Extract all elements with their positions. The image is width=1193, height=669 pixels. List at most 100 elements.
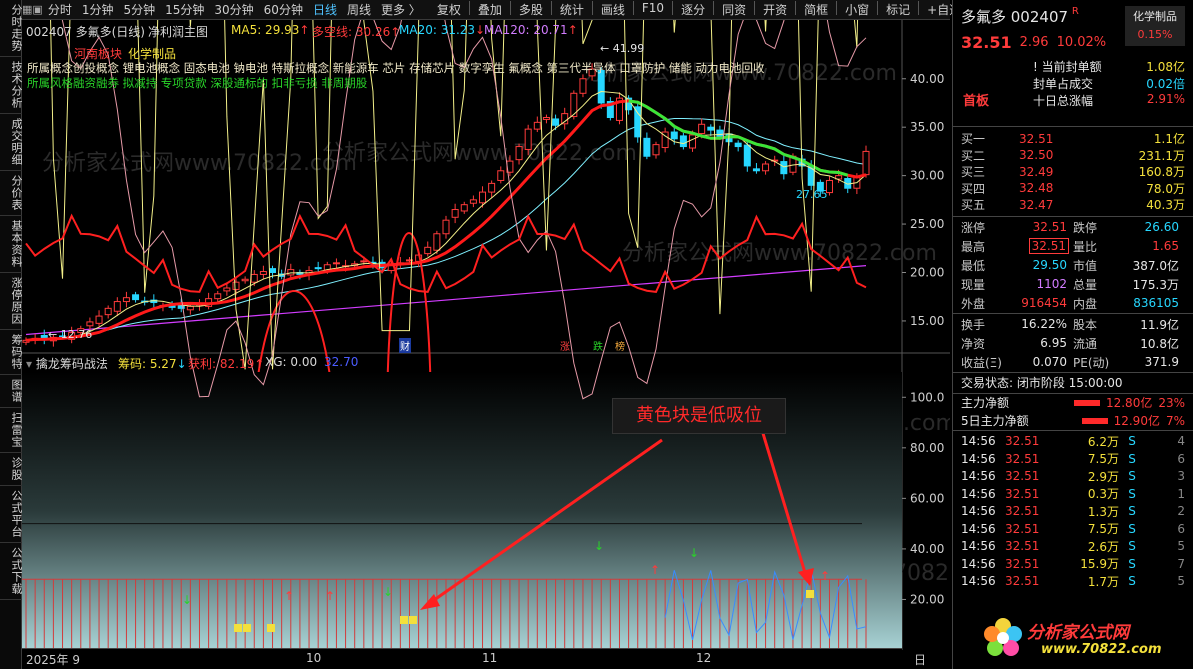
left-tab[interactable]: 涨停原因 [0,273,23,330]
left-tab[interactable]: 图谱 [0,375,23,408]
candle-body [689,134,697,149]
quote-table: 涨停 32.51 跌停 26.60 最高 32.51 量比 1.65 最低 29.50 市值 387.… [953,217,1193,313]
event-zhang[interactable]: 涨 [560,338,570,353]
toolbar-button[interactable]: 复权 [432,1,466,18]
toolbar-button[interactable]: 标记 [881,1,915,18]
period-tab[interactable]: 60分钟 [259,1,308,18]
candle-body [122,297,130,303]
toolbar-button[interactable]: 简框 [799,1,833,18]
candle-body [132,294,140,301]
event-cai[interactable]: 财 [399,338,411,353]
low-buy-block [409,616,417,624]
indicator-name[interactable]: 净利润主图 [148,23,208,40]
low-buy-block [400,616,408,624]
signal-arrow: ↑ [650,563,660,577]
period-tab[interactable]: 更多 〉 [376,1,426,18]
sub-indicator-name[interactable]: ▾ 擒龙筹码战法 [26,355,108,372]
candle-body [433,233,441,251]
xg-readout: XG: 0.00 [265,355,318,369]
candle-body [542,117,550,120]
tick-row: 14:56 32.51 6.2万 S 4 [961,434,1185,449]
candle-body [561,113,569,125]
toolbar-button[interactable]: 逐分 [676,1,710,18]
period-tab[interactable]: 日线 [308,1,342,18]
left-tab[interactable]: 分时走势 [0,0,23,57]
price-tick-label: 30.00 [910,169,944,183]
candle-body [533,121,541,130]
bid-row[interactable]: 买二 32.50 231.1万 [953,147,1193,164]
low-buy-block [243,624,251,632]
bid-row[interactable]: 买五 32.47 40.3万 [953,196,1193,213]
left-tab[interactable]: 成交明细 [0,114,23,171]
period-tab[interactable]: 30分钟 [209,1,258,18]
main-flow-row: 主力净额 12.80亿 23% [961,395,1185,411]
left-tab[interactable]: 筹码特 [0,330,23,375]
tick-row: 14:56 32.51 1.3万 S 2 [961,504,1185,519]
candle-body [104,307,112,316]
candle-body [269,268,277,273]
bid-row[interactable]: 买三 32.49 160.8万 [953,163,1193,180]
period-tab[interactable]: 分时 [43,1,77,18]
recent-low-label: 27.65 [796,188,828,201]
period-tab[interactable]: 1分钟 [77,1,119,18]
left-tab[interactable]: 扫雷宝 [0,408,23,453]
limit-stat-row: ! 当前封单额 1.08亿 [1033,60,1185,74]
toolbar-button[interactable]: F10 [637,1,669,18]
bid-row[interactable]: 买四 32.48 78.0万 [953,180,1193,197]
toolbar-divider [672,1,674,15]
left-tab[interactable]: 基本资料 [0,216,23,273]
candle-body [634,106,642,138]
low-price-label: ← 12.76 [48,328,93,341]
time-tick: 2025年 9 [26,653,80,667]
low-buy-block [806,590,814,598]
bid-row[interactable]: 买一 32.51 1.1亿 [953,130,1193,147]
toolbar-divider [509,1,511,15]
price-tick-label: 20.00 [910,266,944,280]
left-tab[interactable]: 诊股 [0,453,23,486]
grid-icon[interactable]: ▦ [22,3,32,17]
left-tab[interactable]: 公式下载 [0,543,23,600]
toolbar-button[interactable]: 叠加 [473,1,507,18]
toolbar-divider [877,1,879,15]
quote-table-2: 换手 16.22% 股本 11.9亿 净资 6.95 流通 10.8亿 收益(Ξ) 0.070 PE… [953,314,1193,372]
tick-list[interactable]: 14:56 32.51 6.2万 S 4 14:56 32.51 7.5万 S 6 14:56 32.… [953,431,1193,591]
flower-logo-icon [984,618,1022,656]
toolbar-button[interactable]: 统计 [555,1,589,18]
signal-arrow: ↓ [383,585,393,599]
candle-body [716,129,724,138]
sector-pct: 0.15% [1137,28,1173,41]
period-tab[interactable]: 周线 [342,1,376,18]
sector-box[interactable]: 化学制品 0.15% [1125,6,1185,46]
left-tab[interactable]: 公式平台 [0,486,23,543]
event-die[interactable]: 跌 [593,338,603,353]
left-tab[interactable]: 分价表 [0,171,23,216]
high-price-label: ← 41.99 [600,42,645,55]
candle-body [652,144,660,156]
toolbar-button[interactable]: 同资 [717,1,751,18]
toolbar-button[interactable]: 多股 [514,1,548,18]
chart-type-icon[interactable]: ▣ [32,3,42,17]
candle-body [488,182,496,193]
candle-body [186,305,194,311]
signal-arrow: ↓ [689,546,699,560]
price-tick-label: 35.00 [910,120,944,134]
toolbar-divider [468,1,470,15]
left-tab[interactable]: 技术分析 [0,57,23,114]
toolbar-button[interactable]: 小窗 [840,1,874,18]
period-tab[interactable]: 15分钟 [160,1,209,18]
quote-row: 收益(Ξ) 0.070 PE(动) 371.9 [961,355,1179,370]
tick-row: 14:56 32.51 1.7万 S 5 [961,574,1185,589]
candle-body [232,281,240,290]
period-tab[interactable]: 5分钟 [118,1,160,18]
ma5-readout: MA5: 29.93↑ [231,23,310,37]
period-label[interactable]: 日线 [914,651,926,669]
toolbar-button[interactable]: 画线 [596,1,630,18]
kline-chart[interactable]: 40.00 35.00 30.00 25.00 20.00 15.00 分析家公式网www.… [22,20,950,650]
candle-body [460,204,468,212]
event-bang[interactable]: 榜 [615,338,625,353]
toolbar-button[interactable]: 开资 [758,1,792,18]
ma120-readout: MA120: 20.71↑ [484,23,578,37]
sub-tick-label: 40.00 [910,542,944,556]
candle-body [679,135,687,148]
tick-row: 14:56 32.51 2.6万 S 5 [961,539,1185,554]
